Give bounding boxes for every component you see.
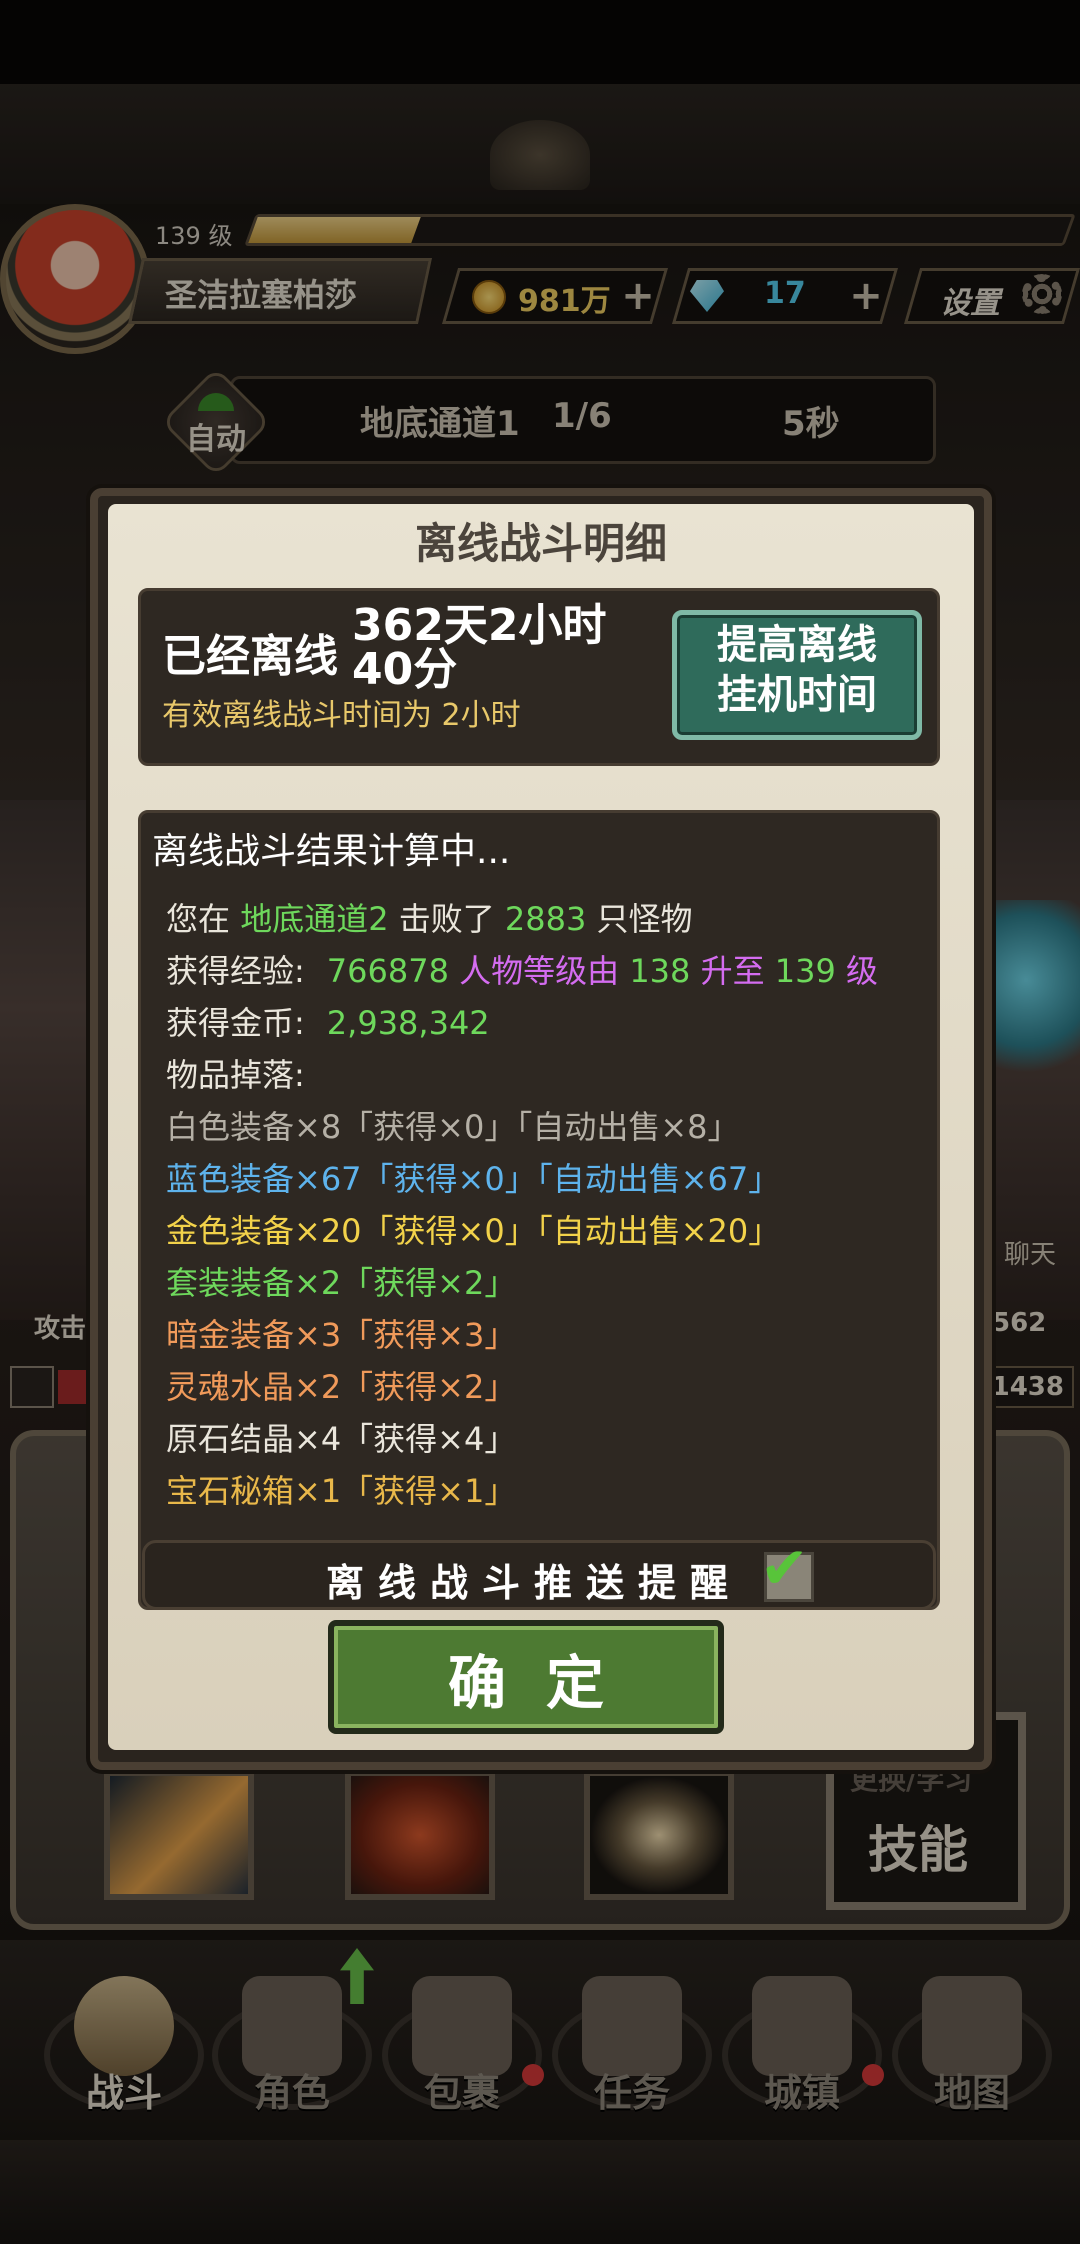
boost-line-1: 提高离线 bbox=[717, 622, 877, 668]
drop-blue-gear: 蓝色装备×67「获得×0」「自动出售×67」 bbox=[166, 1160, 781, 1198]
drop-set-gear: 套装装备×2「获得×2」 bbox=[166, 1264, 517, 1302]
exp-summary: 获得经验: 766878 人物等级由 138 升至 139 级 bbox=[166, 946, 878, 992]
dialog-title: 离线战斗明细 bbox=[414, 519, 667, 568]
kill-suffix: 只怪物 bbox=[586, 900, 693, 938]
gold-label: 获得金币: bbox=[166, 1004, 305, 1042]
drop-soul-crystal: 灵魂水晶×2「获得×2」 bbox=[166, 1368, 517, 1406]
boost-line-2: 挂机时间 bbox=[717, 672, 877, 718]
offline-duration: 362天2小时40分 bbox=[352, 600, 607, 695]
drop-dark-gold-gear: 暗金装备×3「获得×3」 bbox=[166, 1316, 517, 1354]
level-unit: 级 bbox=[835, 952, 879, 990]
kill-count: 2883 bbox=[504, 900, 587, 938]
push-reminder-label: 离线战斗推送提醒 bbox=[326, 1561, 743, 1605]
drop-white-gear: 白色装备×8「获得×0」「自动出售×8」 bbox=[166, 1108, 740, 1146]
drop-gold-gear: 金色装备×20「获得×0」「自动出售×20」 bbox=[166, 1212, 781, 1250]
offline-label: 已经离线 bbox=[162, 631, 338, 682]
boost-offline-time-label[interactable]: 提高离线 挂机时间 bbox=[672, 620, 922, 720]
drop-gem-chest: 宝石秘箱×1「获得×1」 bbox=[166, 1472, 517, 1510]
drop-raw-crystal: 原石结晶×4「获得×4」 bbox=[166, 1420, 517, 1458]
effective-time: 有效离线战斗时间为 2小时 bbox=[162, 690, 521, 734]
level-to-text: 升至 bbox=[690, 952, 775, 990]
kill-mid: 击败了 bbox=[388, 900, 505, 938]
gold-value: 2,938,342 bbox=[326, 1004, 490, 1042]
level-from: 138 bbox=[629, 952, 691, 990]
effective-time-prefix: 有效离线战斗时间为 bbox=[162, 698, 442, 733]
effective-time-value: 2小时 bbox=[441, 698, 521, 733]
drops-label: 物品掉落: bbox=[166, 1056, 305, 1094]
checkmark-icon[interactable]: ✔ bbox=[760, 1539, 826, 1597]
exp-text: 人物等级由 bbox=[448, 952, 630, 990]
kill-stage: 地底通道2 bbox=[240, 900, 389, 938]
exp-value: 766878 bbox=[326, 952, 449, 990]
gold-summary: 获得金币: 2,938,342 bbox=[166, 998, 490, 1044]
kill-prefix: 您在 bbox=[166, 900, 241, 938]
kill-summary: 您在 地底通道2 击败了 2883 只怪物 bbox=[166, 894, 693, 940]
level-to: 139 bbox=[774, 952, 836, 990]
confirm-label[interactable]: 确定 bbox=[328, 1636, 724, 1720]
exp-label: 获得经验: bbox=[166, 952, 305, 990]
results-heading: 离线战斗结果计算中... bbox=[152, 831, 511, 872]
